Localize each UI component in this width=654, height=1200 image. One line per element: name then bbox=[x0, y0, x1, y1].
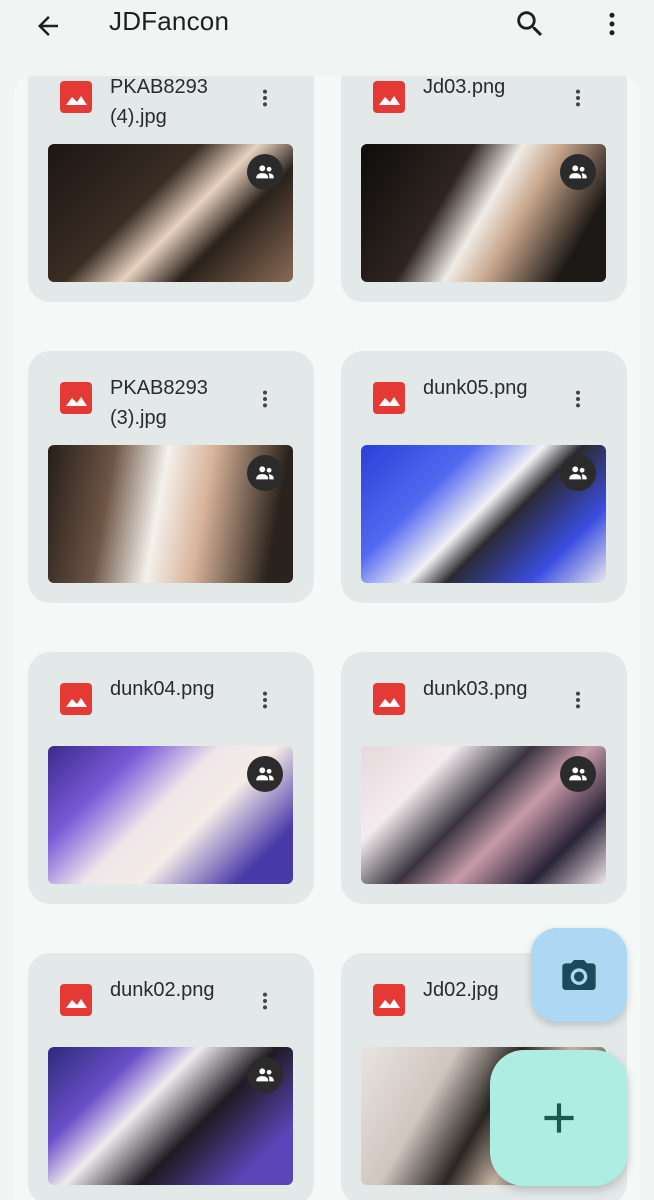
arrow-back-icon bbox=[38, 16, 58, 36]
file-more-button[interactable] bbox=[250, 78, 280, 118]
more-vert-icon bbox=[262, 992, 268, 1010]
more-vert-icon bbox=[262, 390, 268, 408]
file-thumbnail[interactable] bbox=[48, 746, 293, 884]
more-options-button[interactable] bbox=[592, 2, 632, 46]
file-thumbnail[interactable] bbox=[361, 445, 606, 583]
file-thumbnail[interactable] bbox=[361, 144, 606, 282]
file-name: Jd03.png bbox=[423, 76, 506, 98]
more-vert-icon bbox=[609, 12, 615, 36]
file-more-button[interactable] bbox=[250, 981, 280, 1021]
more-vert-icon bbox=[575, 390, 581, 408]
shared-people-icon bbox=[247, 455, 283, 491]
file-thumbnail[interactable] bbox=[48, 1047, 293, 1185]
image-file-icon bbox=[373, 81, 405, 113]
file-name: PKAB8293(3).jpg bbox=[110, 377, 208, 429]
file-thumbnail[interactable] bbox=[361, 746, 606, 884]
file-more-button[interactable] bbox=[563, 680, 593, 720]
image-file-icon bbox=[373, 382, 405, 414]
image-file-icon bbox=[60, 81, 92, 113]
file-thumbnail[interactable] bbox=[48, 445, 293, 583]
shared-people-icon bbox=[560, 455, 596, 491]
image-file-icon bbox=[373, 984, 405, 1016]
file-card[interactable]: Jd03.png bbox=[341, 76, 627, 302]
app-bar: JDFancon bbox=[0, 0, 654, 76]
back-button[interactable] bbox=[28, 6, 68, 46]
file-name: Jd02.jpg bbox=[423, 979, 499, 1001]
file-thumbnail[interactable] bbox=[48, 144, 293, 282]
file-name: dunk04.png bbox=[110, 678, 215, 700]
folder-title: JDFancon bbox=[109, 6, 230, 36]
file-more-button[interactable] bbox=[563, 78, 593, 118]
file-name: dunk05.png bbox=[423, 377, 528, 399]
more-vert-icon bbox=[575, 691, 581, 709]
file-more-button[interactable] bbox=[250, 680, 280, 720]
search-icon bbox=[517, 11, 543, 37]
shared-people-icon bbox=[247, 154, 283, 190]
more-vert-icon bbox=[575, 89, 581, 107]
file-card[interactable]: dunk03.png bbox=[341, 652, 627, 904]
shared-people-icon bbox=[247, 1057, 283, 1093]
file-more-button[interactable] bbox=[563, 379, 593, 419]
file-card[interactable]: dunk02.png bbox=[28, 953, 314, 1200]
file-card[interactable]: PKAB8293(3).jpg bbox=[28, 351, 314, 603]
camera-icon bbox=[562, 960, 596, 990]
image-file-icon bbox=[60, 382, 92, 414]
more-vert-icon bbox=[262, 89, 268, 107]
image-file-icon bbox=[60, 984, 92, 1016]
file-more-button[interactable] bbox=[250, 379, 280, 419]
more-vert-icon bbox=[262, 691, 268, 709]
image-file-icon bbox=[60, 683, 92, 715]
file-card[interactable]: dunk04.png bbox=[28, 652, 314, 904]
file-grid: PKAB8293(4).jpg Jd03.png PKAB8293(3).jpg… bbox=[28, 76, 628, 1200]
shared-people-icon bbox=[560, 154, 596, 190]
scan-camera-button[interactable] bbox=[531, 928, 627, 1022]
file-name: dunk03.png bbox=[423, 678, 528, 700]
add-icon bbox=[544, 1103, 574, 1133]
file-grid-container[interactable]: PKAB8293(4).jpg Jd03.png PKAB8293(3).jpg… bbox=[14, 76, 640, 1200]
shared-people-icon bbox=[247, 756, 283, 792]
file-card[interactable]: dunk05.png bbox=[341, 351, 627, 603]
file-name: PKAB8293(4).jpg bbox=[110, 76, 208, 128]
search-button[interactable] bbox=[508, 2, 552, 46]
shared-people-icon bbox=[560, 756, 596, 792]
file-card[interactable]: PKAB8293(4).jpg bbox=[28, 76, 314, 302]
new-button[interactable] bbox=[490, 1050, 628, 1186]
image-file-icon bbox=[373, 683, 405, 715]
file-name: dunk02.png bbox=[110, 979, 215, 1001]
